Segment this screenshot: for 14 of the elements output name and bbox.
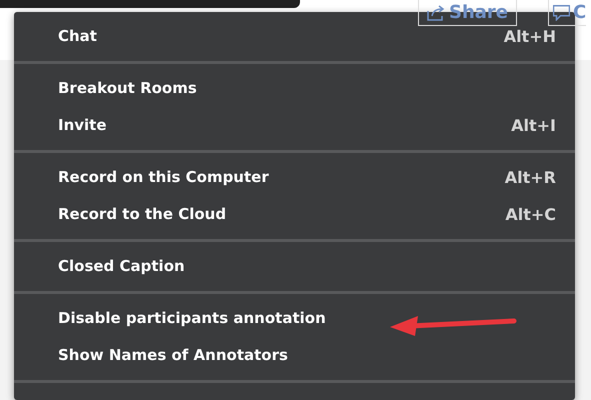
menu-item[interactable]: Closed Caption — [14, 248, 575, 285]
shortcut-label: Alt+H — [504, 26, 556, 48]
menu-item[interactable]: Chat — [58, 25, 97, 48]
share-icon — [427, 4, 445, 20]
menu-item[interactable]: Record to the Cloud — [58, 203, 226, 226]
menu-item[interactable]: Invite — [58, 114, 107, 137]
menu-item[interactable]: Record on this Computer — [58, 166, 269, 189]
shortcut-label: Alt+C — [505, 204, 556, 226]
menu-item[interactable]: Show Names of Annotators — [14, 337, 575, 374]
menu-item[interactable]: Breakout Rooms — [14, 70, 575, 107]
shortcut-label: Alt+R — [504, 166, 556, 188]
menu-item[interactable]: Disable participants annotation — [14, 300, 575, 337]
shortcut-label: Alt+I — [511, 114, 556, 136]
comment-icon — [553, 4, 570, 20]
